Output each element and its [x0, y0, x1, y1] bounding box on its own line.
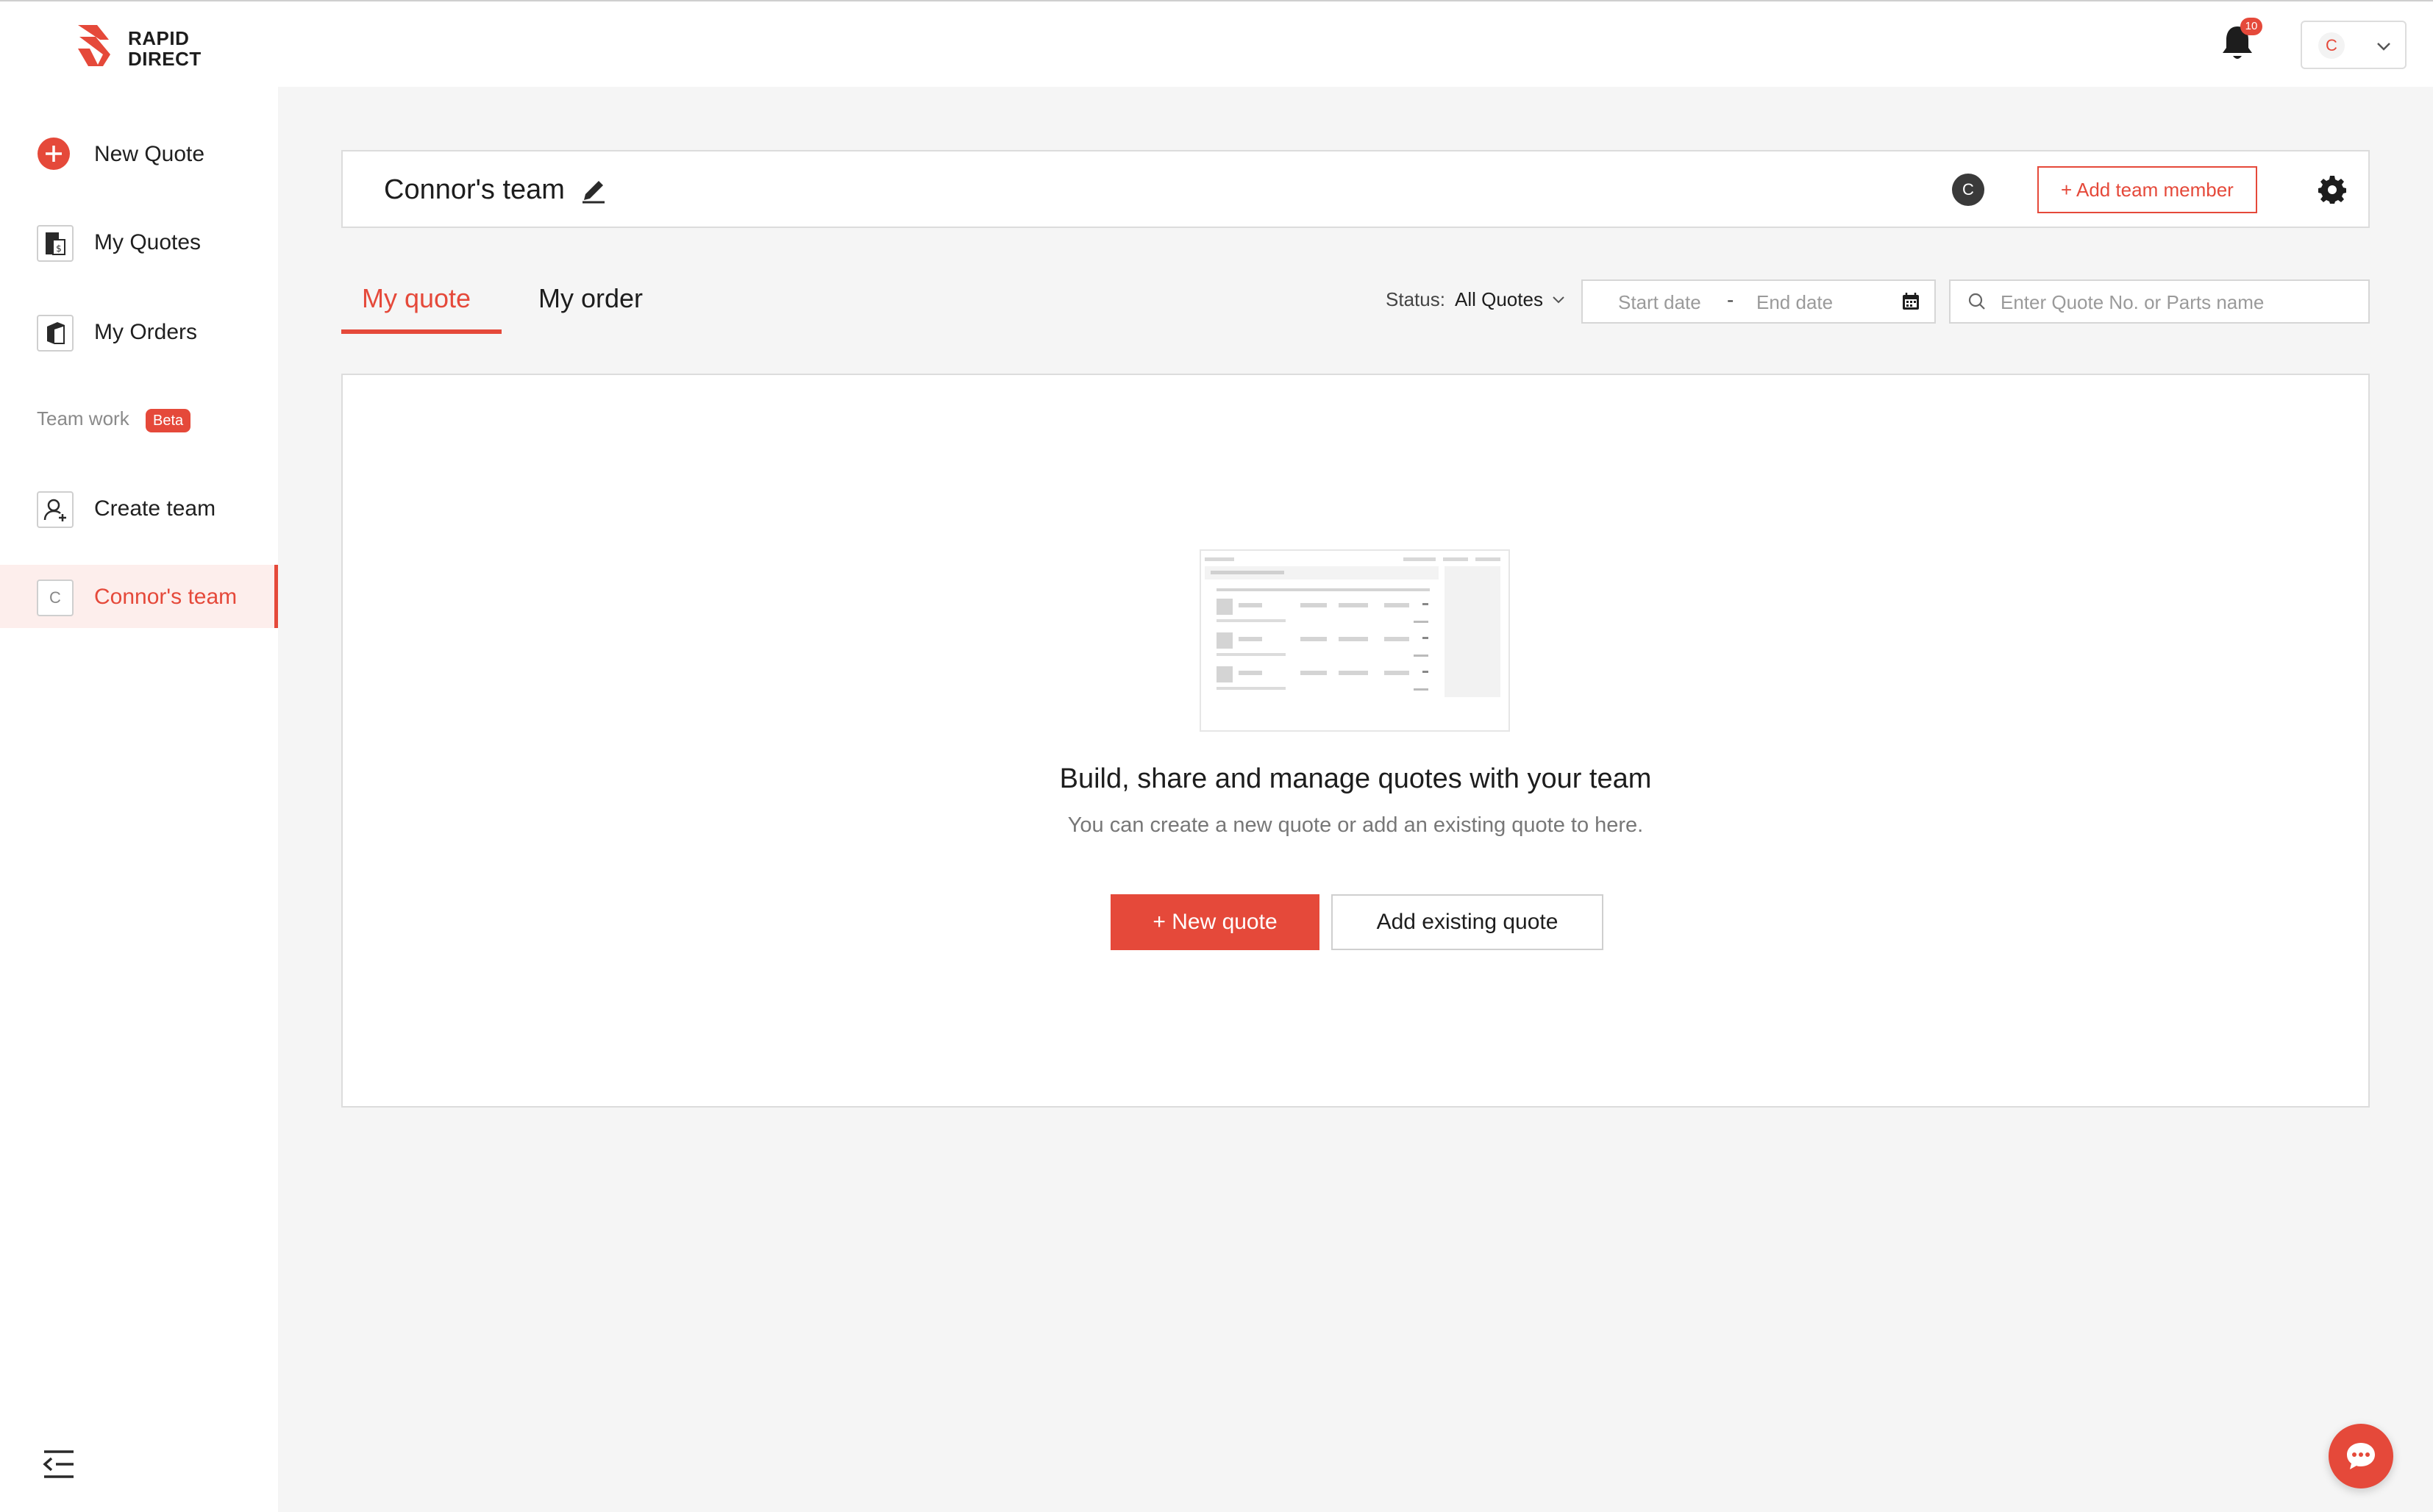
sidebar-item-connors-team[interactable]: C Connor's team — [0, 565, 278, 628]
add-existing-quote-button[interactable]: Add existing quote — [1331, 894, 1603, 950]
top-header: RAPID DIRECT 10 C — [0, 1, 2433, 87]
status-filter-label: Status: — [1386, 288, 1445, 310]
quote-search-box[interactable] — [1949, 279, 2370, 324]
date-separator: - — [1727, 288, 1734, 311]
team-header-bar: Connor's team C + Add team member — [341, 150, 2370, 228]
end-date-field[interactable]: End date — [1756, 291, 1833, 314]
empty-state-title: Build, share and manage quotes with your… — [1059, 763, 1652, 794]
edit-pencil-icon[interactable] — [580, 176, 608, 204]
quote-document-icon: $ — [37, 225, 74, 262]
team-member-avatar[interactable]: C — [1952, 174, 1984, 206]
chevron-down-icon — [2377, 43, 2390, 51]
chat-bubble-icon — [2347, 1443, 2375, 1469]
notification-count-badge: 10 — [2240, 18, 2262, 35]
collapse-sidebar-icon[interactable] — [41, 1449, 76, 1480]
new-quote-button[interactable]: + New quote — [1111, 894, 1319, 950]
logo-text: RAPID DIRECT — [128, 28, 202, 69]
tab-my-order[interactable]: My order — [538, 277, 643, 321]
svg-text:$: $ — [56, 243, 62, 254]
team-name-title: Connor's team — [384, 174, 565, 205]
user-avatar: C — [2318, 32, 2345, 59]
logo-text-line1: RAPID — [128, 27, 190, 49]
logo-mark-icon — [78, 25, 110, 66]
add-team-member-button[interactable]: + Add team member — [2037, 166, 2257, 213]
rapid-direct-logo[interactable]: RAPID DIRECT — [75, 22, 207, 69]
team-letter: C — [49, 588, 61, 607]
sidebar-item-label: My Quotes — [94, 230, 202, 254]
chevron-down-icon[interactable] — [1550, 291, 1567, 307]
date-range-picker[interactable]: Start date - End date — [1581, 279, 1936, 324]
status-filter-select[interactable]: All Quotes — [1455, 288, 1543, 311]
beta-badge: Beta — [146, 409, 191, 432]
sidebar-item-my-quotes[interactable]: $ My Quotes — [0, 210, 278, 274]
empty-quote-list-illustration — [1197, 547, 1512, 735]
empty-state-subtitle: You can create a new quote or add an exi… — [1067, 813, 1644, 837]
sidebar-item-label: Create team — [94, 496, 216, 521]
sidebar-item-create-team[interactable]: Create team — [0, 477, 278, 540]
gear-icon[interactable] — [2317, 174, 2348, 204]
logo-text-line2: DIRECT — [128, 48, 202, 70]
add-user-icon — [37, 491, 74, 528]
calendar-icon[interactable] — [1901, 291, 1921, 312]
search-input[interactable] — [2001, 287, 2361, 318]
plus-circle-icon — [37, 137, 74, 174]
search-icon — [1968, 293, 1985, 310]
start-date-field[interactable]: Start date — [1618, 291, 1701, 314]
tab-my-quote[interactable]: My quote — [362, 277, 471, 321]
team-work-section-label: Team work — [37, 407, 129, 429]
active-tab-indicator — [341, 329, 502, 334]
sidebar-item-new-quote[interactable]: New Quote — [0, 122, 278, 185]
sidebar-item-label: New Quote — [94, 142, 205, 166]
sidebar-item-label: My Orders — [94, 320, 198, 344]
order-box-icon — [37, 315, 74, 352]
sidebar-item-my-orders[interactable]: My Orders — [0, 300, 278, 363]
team-letter-icon: C — [37, 580, 74, 616]
chat-support-button[interactable] — [2329, 1424, 2393, 1488]
sidebar-item-label: Connor's team — [94, 585, 238, 609]
sidebar: New Quote $ My Quotes My Orders Team wor… — [0, 87, 278, 1512]
quotes-empty-state-card: Build, share and manage quotes with your… — [341, 374, 2370, 1108]
user-menu-dropdown[interactable]: C — [2301, 21, 2407, 69]
